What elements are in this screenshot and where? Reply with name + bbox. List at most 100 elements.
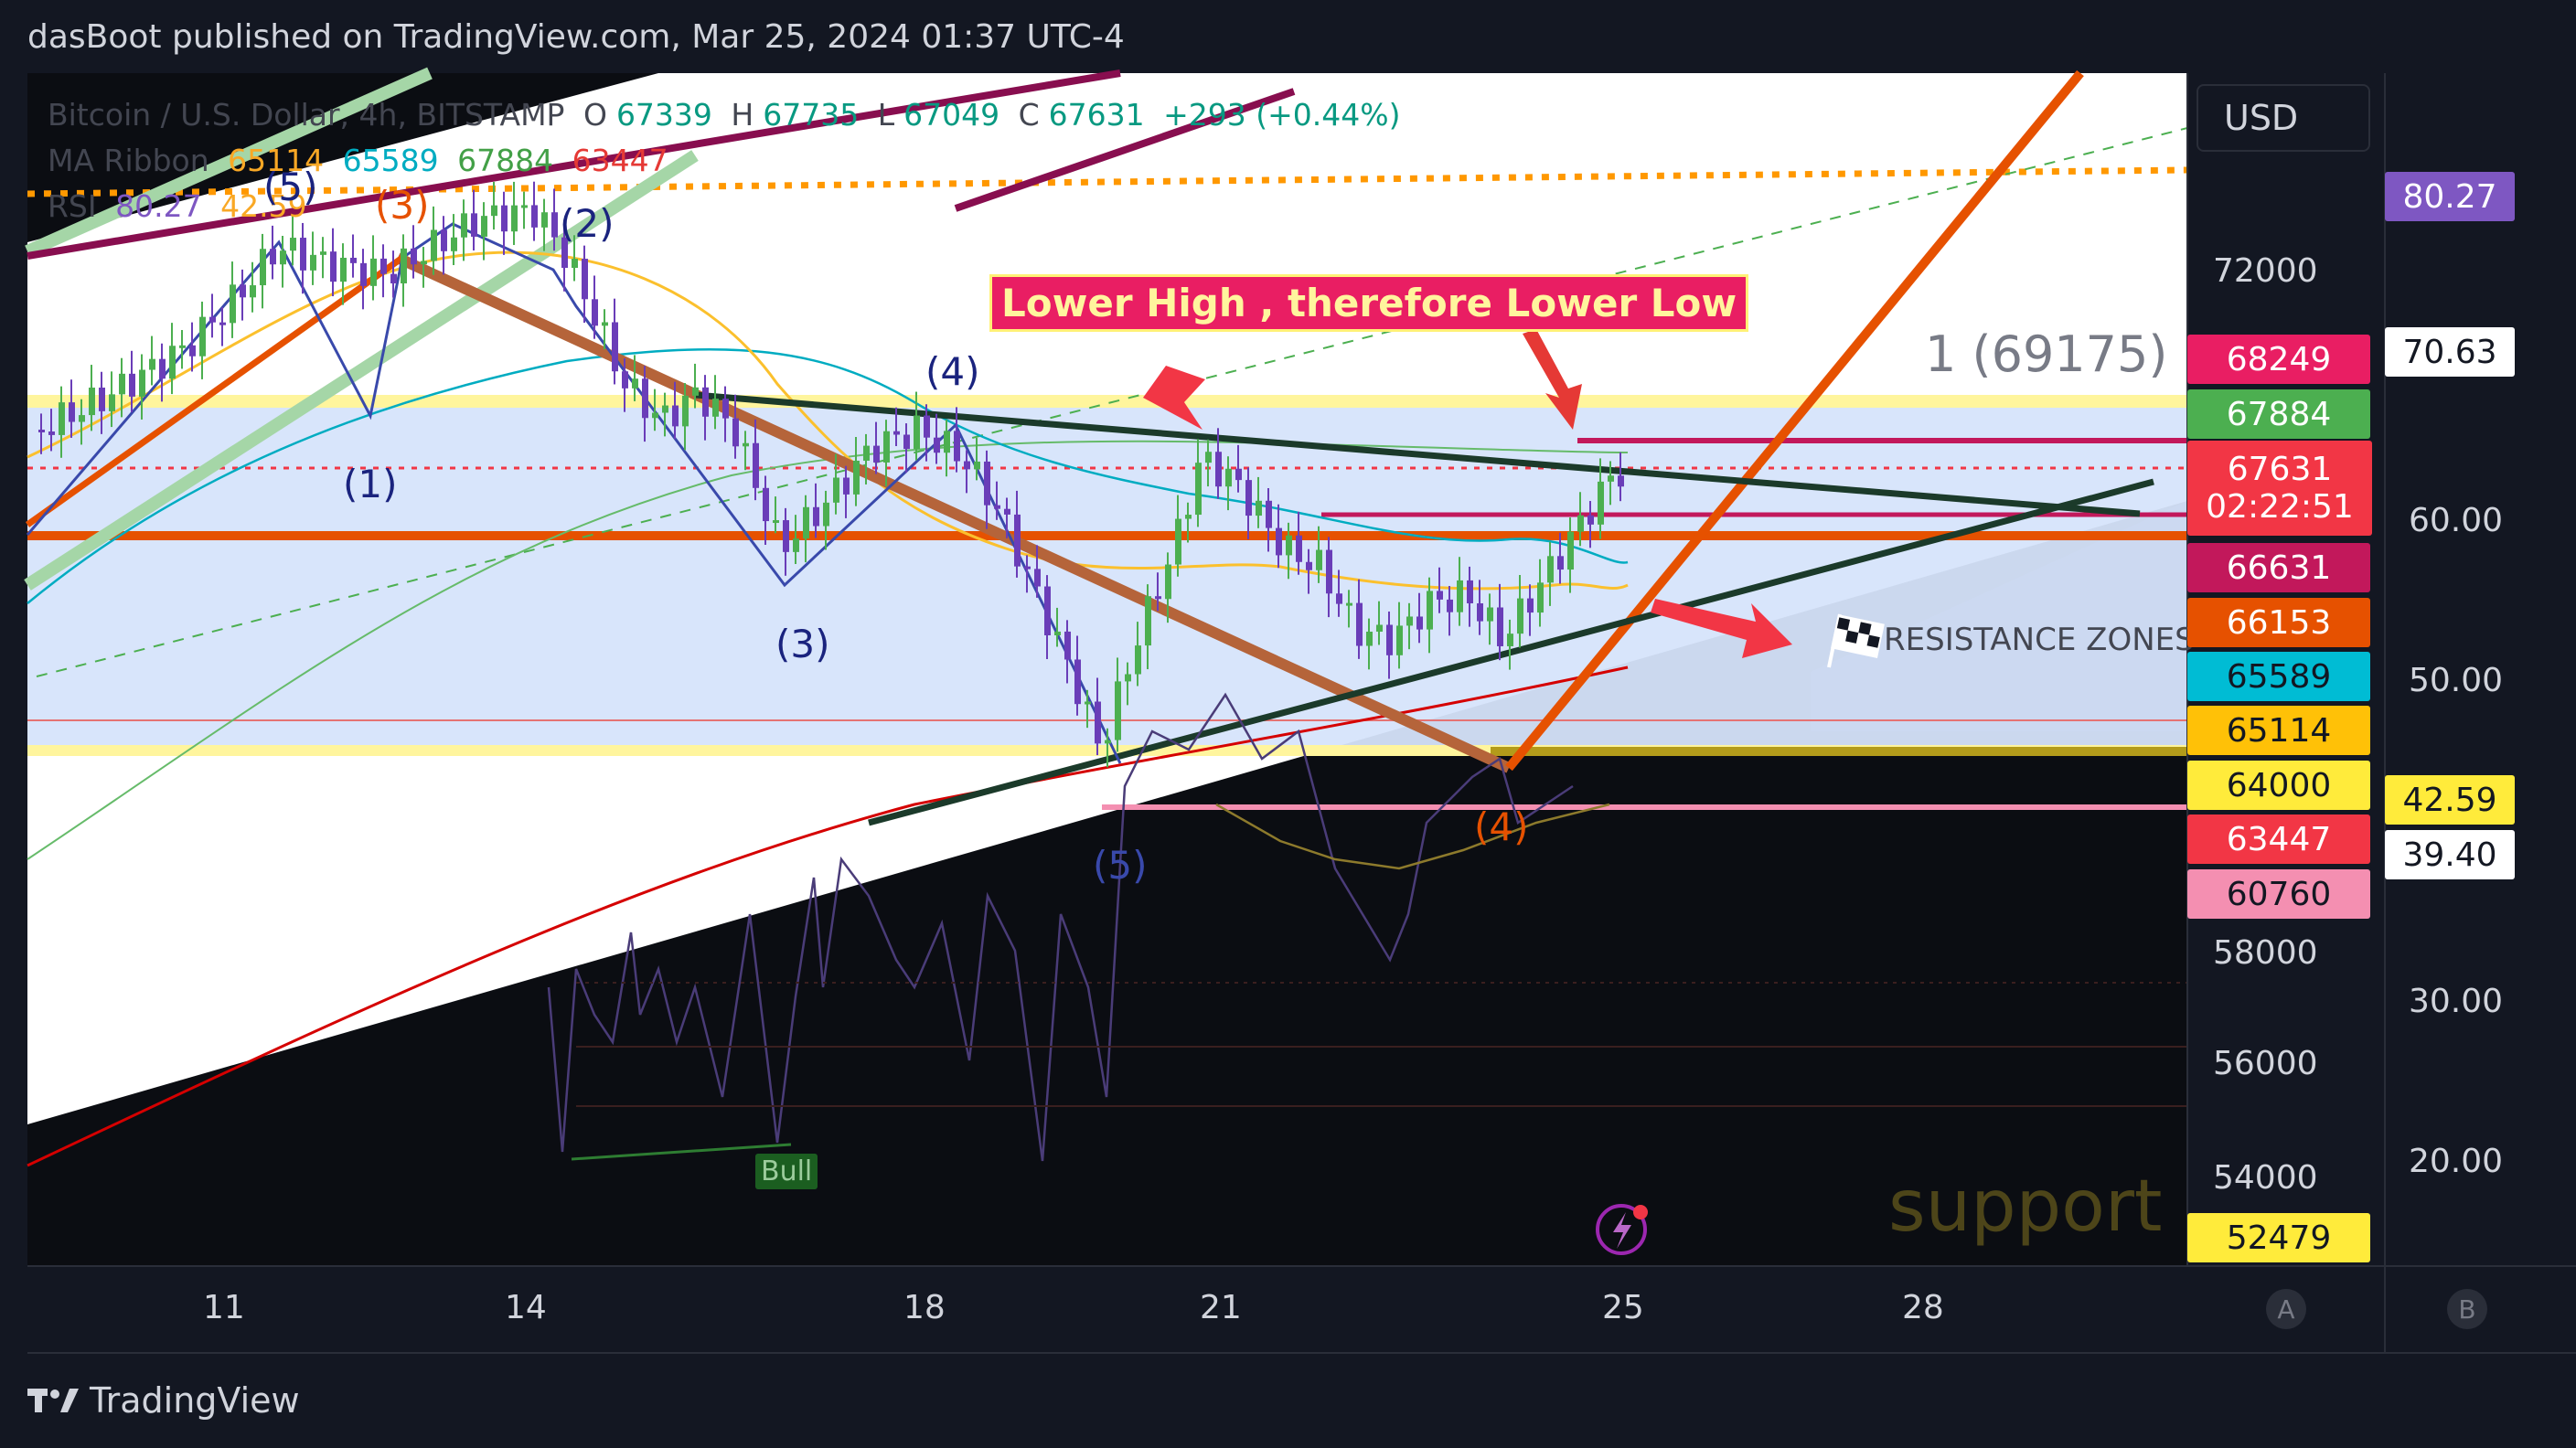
candle-body [1567,531,1574,570]
wave-label-2: (2) [560,201,615,246]
rsi-tag-42: 42.59 [2385,775,2515,825]
candle-body [1416,616,1423,630]
rsi-axis-20: 20.00 [2409,1143,2504,1180]
candle-body [1427,591,1433,630]
candle-body [843,477,850,495]
resistance-zones-label: RESISTANCE ZONES [1884,622,2195,658]
rsi-tag-80: 80.27 [2385,172,2515,221]
candle-body [179,345,186,348]
price-tag-65114: 65114 [2187,706,2370,755]
candle-body [1165,564,1171,600]
candle-body [1225,468,1232,487]
candle-body [1135,645,1141,675]
lower-high-annotation[interactable]: Lower High , therefore Lower Low [989,274,1749,332]
candle-body [1406,616,1413,626]
candle-body [531,205,538,228]
candle-body [1537,582,1544,613]
auto-scale-button[interactable]: A [2266,1289,2306,1329]
scale-b-button[interactable]: B [2447,1289,2487,1329]
time-axis-14: 14 [505,1289,547,1326]
candle-body [803,506,809,539]
candle-body [1286,535,1292,556]
candle-body [1034,569,1041,587]
open-label: O [583,97,607,133]
price-axis-56000: 56000 [2213,1045,2318,1082]
candle-body [300,238,306,271]
high-value: 67735 [763,97,860,133]
candle-body [712,399,719,417]
candle-body [159,358,166,379]
candle-body [1507,634,1513,646]
candle-body [732,418,739,447]
candle-body [79,415,85,422]
candle-body [883,431,890,463]
candle-body [1477,602,1483,622]
candle-body [360,262,367,286]
candle-body [199,316,206,357]
rsi-tag-text: 70.63 [2402,333,2497,371]
candle-body [119,373,125,395]
candle-body [1396,625,1403,655]
candle-body [1326,549,1332,594]
candle-body [1044,586,1051,635]
rsi-axis-50: 50.00 [2409,662,2504,699]
candle-body [481,216,487,237]
candle-body [934,437,940,453]
candle-body [48,431,55,435]
candle-body [622,371,628,389]
rsi-axis-30: 30.00 [2409,983,2504,1020]
candle-body [109,394,115,411]
candle-body [672,405,679,427]
candle-body [592,299,598,326]
rsi-tag-text: 39.40 [2402,836,2497,874]
ma-value-2: 65589 [342,143,439,178]
price-tag-text: 64000 [2226,766,2332,804]
candle-body [1618,475,1624,487]
close-label: C [1018,97,1040,133]
tradingview-logo-icon [27,1389,79,1412]
candle-body [310,254,316,271]
price-tag-text: 66153 [2226,603,2332,642]
candle-body [763,487,769,522]
high-label: H [731,97,754,133]
wave-label-4-orange: (4) [1474,804,1529,849]
price-tag-52479: 52479 [2187,1213,2370,1262]
candle-body [1577,515,1584,532]
candle-body [451,237,457,251]
candle-body [1336,593,1342,604]
ma-ribbon-legend[interactable]: MA Ribbon 65114 65589 67884 63447 [48,143,678,178]
candle-body [1527,598,1534,613]
candle-body [632,378,638,389]
symbol-legend: Bitcoin / U.S. Dollar, 4h, BITSTAMP O 673… [48,97,1410,133]
candle-body [411,248,417,265]
tradingview-logo[interactable]: TradingView [27,1380,300,1421]
candle-body [743,442,749,447]
candle-body [69,402,75,422]
time-axis-21: 21 [1200,1289,1242,1326]
candle-body [833,477,839,503]
candle-body [984,461,990,506]
candle-body [461,213,467,238]
candle-body [964,461,970,470]
candle-body [903,434,910,450]
candle-body [1175,518,1181,565]
wave-label-1: (1) [343,462,398,506]
candle-body [441,229,447,251]
price-tag-text: 63447 [2226,820,2332,858]
candle-body [692,387,699,396]
candle-body [1115,681,1121,740]
candle-body [38,430,45,432]
candle-body [1205,452,1212,463]
time-axis-18: 18 [903,1289,946,1326]
candle-body [501,205,508,232]
rsi-axis-60: 60.00 [2409,502,2504,539]
currency-button[interactable]: USD [2197,84,2370,152]
candle-body [230,284,236,324]
wave-label-5: (5) [1093,843,1148,888]
last-price-text: 67631 [2227,451,2333,488]
candle-body [1105,740,1111,744]
candle-body [1306,561,1312,570]
candle-body [1608,475,1614,482]
price-tag-text: 52479 [2226,1219,2332,1257]
candle-body [169,346,176,379]
